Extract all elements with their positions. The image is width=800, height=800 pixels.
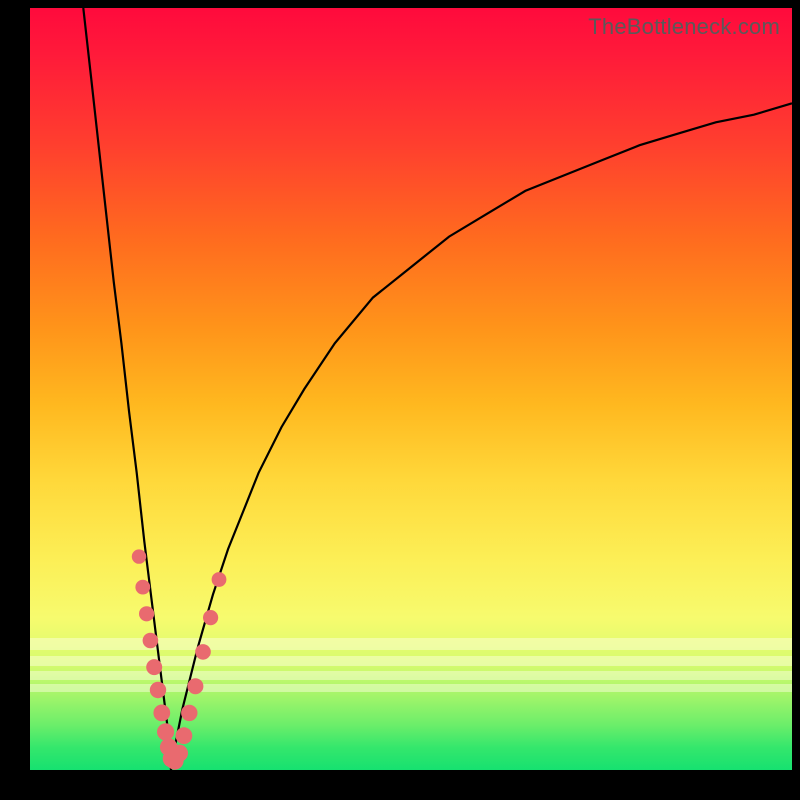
dot bbox=[181, 705, 197, 721]
dot bbox=[171, 745, 188, 762]
dot bbox=[135, 580, 150, 595]
plot-area: TheBottleneck.com bbox=[30, 8, 792, 770]
dot bbox=[143, 633, 159, 649]
chart-overlay bbox=[30, 8, 792, 770]
dot bbox=[146, 659, 162, 675]
chart-frame: TheBottleneck.com bbox=[0, 0, 800, 800]
dot bbox=[132, 549, 146, 563]
highlight-dots bbox=[132, 549, 227, 769]
dot bbox=[176, 727, 193, 744]
dot bbox=[187, 678, 203, 694]
dot bbox=[139, 606, 154, 621]
bottleneck-curve bbox=[83, 8, 792, 770]
dot bbox=[153, 705, 170, 722]
dot bbox=[157, 723, 174, 740]
dot bbox=[212, 572, 227, 587]
dot bbox=[150, 682, 166, 698]
dot bbox=[195, 644, 211, 660]
dot bbox=[203, 610, 218, 625]
